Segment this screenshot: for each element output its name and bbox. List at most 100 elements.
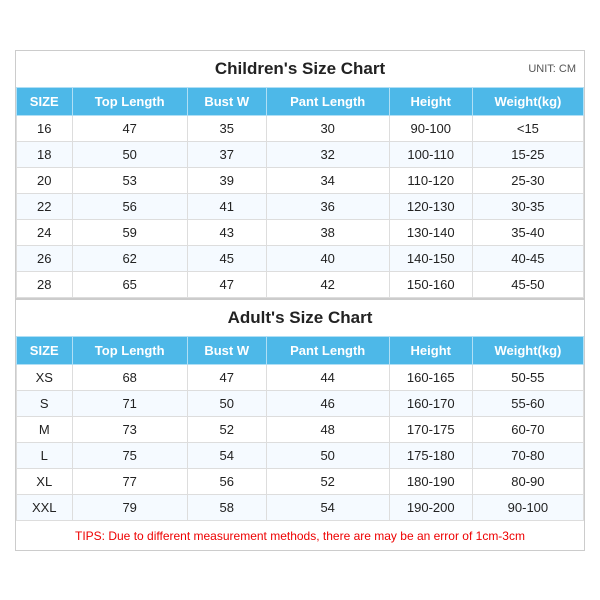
table-cell: 52 (187, 416, 266, 442)
table-cell: 68 (72, 364, 187, 390)
adult-col-height: Height (389, 336, 472, 364)
table-cell: 35 (187, 115, 266, 141)
adult-header-row: SIZE Top Length Bust W Pant Length Heigh… (17, 336, 584, 364)
table-row: XS684744160-16550-55 (17, 364, 584, 390)
table-cell: XXL (17, 494, 73, 520)
size-chart-container: Children's Size Chart UNIT: CM SIZE Top … (15, 50, 585, 551)
table-cell: <15 (472, 115, 583, 141)
table-cell: 56 (72, 193, 187, 219)
table-cell: 130-140 (389, 219, 472, 245)
children-col-height: Height (389, 87, 472, 115)
table-cell: 43 (187, 219, 266, 245)
children-col-pant-length: Pant Length (266, 87, 389, 115)
table-cell: 54 (187, 442, 266, 468)
table-cell: 52 (266, 468, 389, 494)
table-cell: L (17, 442, 73, 468)
table-row: 28654742150-16045-50 (17, 271, 584, 297)
table-cell: 15-25 (472, 141, 583, 167)
table-cell: 90-100 (472, 494, 583, 520)
adult-col-bust-w: Bust W (187, 336, 266, 364)
table-cell: 65 (72, 271, 187, 297)
table-row: S715046160-17055-60 (17, 390, 584, 416)
table-cell: 75 (72, 442, 187, 468)
table-cell: 140-150 (389, 245, 472, 271)
children-table: SIZE Top Length Bust W Pant Length Heigh… (16, 87, 584, 298)
table-cell: 80-90 (472, 468, 583, 494)
table-cell: 120-130 (389, 193, 472, 219)
table-row: 26624540140-15040-45 (17, 245, 584, 271)
table-cell: 160-170 (389, 390, 472, 416)
table-cell: 77 (72, 468, 187, 494)
table-cell: 175-180 (389, 442, 472, 468)
table-cell: 73 (72, 416, 187, 442)
table-cell: 53 (72, 167, 187, 193)
table-cell: 50 (266, 442, 389, 468)
table-cell: 24 (17, 219, 73, 245)
table-cell: 62 (72, 245, 187, 271)
table-cell: 180-190 (389, 468, 472, 494)
adult-title: Adult's Size Chart (228, 308, 373, 327)
table-cell: 46 (266, 390, 389, 416)
table-row: 1647353090-100<15 (17, 115, 584, 141)
table-cell: 59 (72, 219, 187, 245)
table-cell: 47 (187, 271, 266, 297)
table-row: 24594338130-14035-40 (17, 219, 584, 245)
children-title: Children's Size Chart (215, 59, 385, 78)
table-cell: 25-30 (472, 167, 583, 193)
table-cell: 30-35 (472, 193, 583, 219)
table-cell: 40 (266, 245, 389, 271)
table-cell: 110-120 (389, 167, 472, 193)
table-row: 20533934110-12025-30 (17, 167, 584, 193)
children-title-row: Children's Size Chart UNIT: CM (16, 51, 584, 87)
table-cell: 190-200 (389, 494, 472, 520)
table-cell: 90-100 (389, 115, 472, 141)
table-cell: 45 (187, 245, 266, 271)
adult-table: SIZE Top Length Bust W Pant Length Heigh… (16, 336, 584, 521)
table-cell: 54 (266, 494, 389, 520)
table-cell: 48 (266, 416, 389, 442)
adult-col-pant-length: Pant Length (266, 336, 389, 364)
table-cell: XS (17, 364, 73, 390)
table-cell: 16 (17, 115, 73, 141)
table-cell: M (17, 416, 73, 442)
table-cell: 47 (72, 115, 187, 141)
tips-row: TIPS: Due to different measurement metho… (16, 521, 584, 550)
table-cell: 100-110 (389, 141, 472, 167)
table-cell: 170-175 (389, 416, 472, 442)
table-cell: S (17, 390, 73, 416)
table-row: 18503732100-11015-25 (17, 141, 584, 167)
adult-title-row: Adult's Size Chart (16, 298, 584, 336)
children-col-bust-w: Bust W (187, 87, 266, 115)
table-cell: 50-55 (472, 364, 583, 390)
adult-col-size: SIZE (17, 336, 73, 364)
table-cell: 44 (266, 364, 389, 390)
table-cell: 30 (266, 115, 389, 141)
table-cell: 41 (187, 193, 266, 219)
table-cell: 26 (17, 245, 73, 271)
table-cell: 37 (187, 141, 266, 167)
table-row: L755450175-18070-80 (17, 442, 584, 468)
table-cell: 18 (17, 141, 73, 167)
table-cell: 38 (266, 219, 389, 245)
adult-col-weight: Weight(kg) (472, 336, 583, 364)
table-cell: 70-80 (472, 442, 583, 468)
unit-label: UNIT: CM (528, 63, 576, 75)
table-cell: 58 (187, 494, 266, 520)
children-col-weight: Weight(kg) (472, 87, 583, 115)
table-cell: 56 (187, 468, 266, 494)
table-cell: 22 (17, 193, 73, 219)
children-header-row: SIZE Top Length Bust W Pant Length Heigh… (17, 87, 584, 115)
table-cell: 50 (72, 141, 187, 167)
table-cell: XL (17, 468, 73, 494)
table-cell: 71 (72, 390, 187, 416)
children-col-top-length: Top Length (72, 87, 187, 115)
table-cell: 20 (17, 167, 73, 193)
table-row: XXL795854190-20090-100 (17, 494, 584, 520)
table-cell: 47 (187, 364, 266, 390)
table-cell: 28 (17, 271, 73, 297)
table-cell: 36 (266, 193, 389, 219)
table-cell: 55-60 (472, 390, 583, 416)
children-col-size: SIZE (17, 87, 73, 115)
table-cell: 45-50 (472, 271, 583, 297)
table-row: XL775652180-19080-90 (17, 468, 584, 494)
